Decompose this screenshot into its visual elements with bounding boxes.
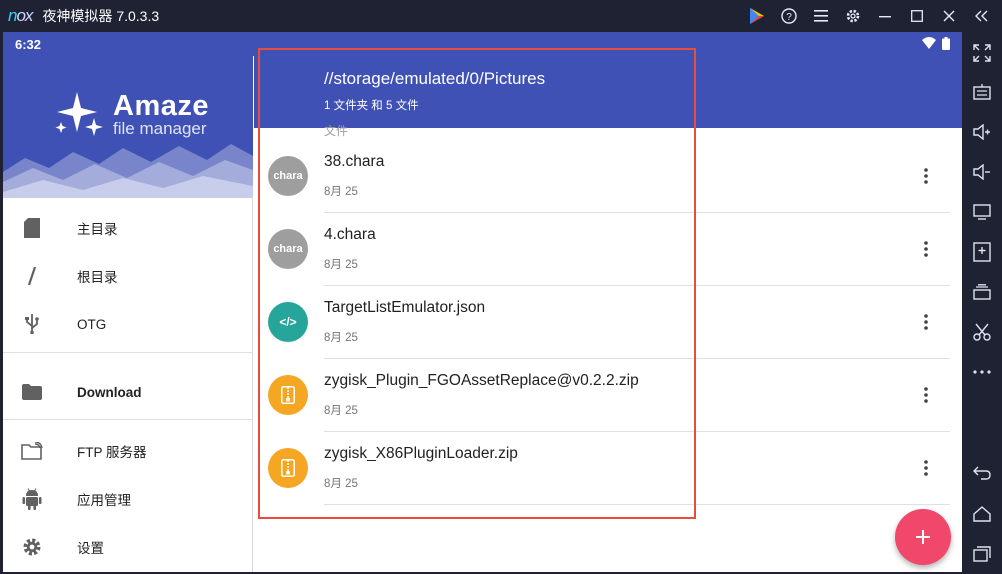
plus-icon <box>916 530 930 544</box>
drawer-item-label: 根目录 <box>77 270 118 285</box>
zip-file-icon <box>268 375 308 415</box>
file-row[interactable]: </> TargetListEmulator.json 8月 25 <box>254 286 962 359</box>
file-name: zygisk_X86PluginLoader.zip <box>324 445 518 462</box>
more-options-icon[interactable] <box>914 164 938 188</box>
more-icon[interactable] <box>971 361 993 383</box>
zip-file-icon <box>268 448 308 488</box>
drawer-item-app-manager[interactable]: 应用管理 <box>3 479 253 519</box>
navigation-drawer: Amaze file manager 主目录 根目录 OTG Download <box>3 56 253 572</box>
file-date: 8月 25 <box>324 332 358 344</box>
section-label: 文件 <box>324 124 349 138</box>
emulator-sidebar <box>962 32 1002 574</box>
more-options-icon[interactable] <box>914 383 938 407</box>
folder-summary: 1 文件夹 和 5 文件 <box>324 100 419 112</box>
settings-icon[interactable] <box>844 7 862 25</box>
battery-icon <box>942 37 950 50</box>
android-icon <box>21 488 43 510</box>
chara-file-icon: chara <box>268 156 308 196</box>
header-wave-decoration <box>3 144 253 198</box>
path-header: //storage/emulated/0/Pictures 1 文件夹 和 5 … <box>254 56 962 128</box>
usb-icon <box>21 313 43 335</box>
home-icon[interactable] <box>971 503 993 525</box>
install-apk-icon[interactable] <box>971 241 993 263</box>
drawer-item-label: OTG <box>77 316 107 332</box>
collapse-sidebar-icon[interactable] <box>972 7 990 25</box>
file-name: zygisk_Plugin_FGOAssetReplace@v0.2.2.zip <box>324 372 639 389</box>
drawer-item-label: 主目录 <box>77 222 118 237</box>
multi-instance-icon[interactable] <box>971 281 993 303</box>
root-slash-icon <box>21 265 43 287</box>
status-icons <box>922 37 950 50</box>
keyboard-icon[interactable] <box>971 81 993 103</box>
drawer-item-ftp[interactable]: FTP 服务器 <box>3 431 253 471</box>
drawer-header: Amaze file manager <box>3 56 253 198</box>
row-divider <box>324 504 950 505</box>
status-time: 6:32 <box>15 36 42 52</box>
titlebar-controls: ? <box>748 0 990 32</box>
help-icon[interactable]: ? <box>780 7 798 25</box>
volume-down-icon[interactable] <box>971 161 993 183</box>
fullscreen-icon[interactable] <box>971 42 993 64</box>
maximize-icon[interactable] <box>908 7 926 25</box>
drawer-divider <box>3 352 253 353</box>
ftp-icon <box>21 440 43 462</box>
file-date: 8月 25 <box>324 405 358 417</box>
back-icon[interactable] <box>971 462 993 484</box>
volume-up-icon[interactable] <box>971 121 993 143</box>
settings-gear-icon <box>21 536 43 558</box>
svg-text:?: ? <box>786 12 792 23</box>
drawer-item-download[interactable]: Download <box>3 372 253 412</box>
drawer-item-root[interactable]: 根目录 <box>3 256 253 296</box>
nox-logo: nox <box>8 6 33 25</box>
drawer-item-label: 应用管理 <box>77 493 131 508</box>
wifi-icon <box>922 37 936 49</box>
minimize-icon[interactable] <box>876 7 894 25</box>
drawer-divider <box>3 419 253 420</box>
more-options-icon[interactable] <box>914 456 938 480</box>
brand: Amaze file manager <box>113 90 209 139</box>
file-date: 8月 25 <box>324 478 358 490</box>
more-options-icon[interactable] <box>914 310 938 334</box>
file-name: 38.chara <box>324 153 385 170</box>
drawer-item-home[interactable]: 主目录 <box>3 208 253 248</box>
brand-subtitle: file manager <box>113 119 207 138</box>
add-fab-button[interactable] <box>895 509 951 565</box>
recents-icon[interactable] <box>971 543 993 565</box>
more-options-icon[interactable] <box>914 237 938 261</box>
screenshot-icon[interactable] <box>971 321 993 343</box>
drawer-item-label: FTP 服务器 <box>77 445 147 460</box>
file-date: 8月 25 <box>324 186 358 198</box>
emulator-title: 夜神模拟器 7.0.3.3 <box>42 8 160 24</box>
current-path[interactable]: //storage/emulated/0/Pictures <box>324 69 545 89</box>
drawer-item-settings[interactable]: 设置 <box>3 527 253 567</box>
file-row[interactable]: chara 4.chara 8月 25 <box>254 213 962 286</box>
chara-file-icon: chara <box>268 229 308 269</box>
sd-card-icon <box>21 217 43 239</box>
file-name: 4.chara <box>324 226 376 243</box>
menu-icon[interactable] <box>812 7 830 25</box>
file-row[interactable]: zygisk_X86PluginLoader.zip 8月 25 <box>254 432 962 505</box>
play-store-icon[interactable] <box>748 7 766 25</box>
status-bar: 6:32 <box>3 32 962 56</box>
code-file-icon: </> <box>268 302 308 342</box>
android-screen: 6:32 Amaze file manager 主目录 根目录 OTG Down… <box>3 32 962 572</box>
file-row[interactable]: chara 38.chara 8月 25 <box>254 140 962 213</box>
drawer-item-label: Download <box>77 384 142 400</box>
amaze-logo-icon <box>55 92 103 136</box>
file-date: 8月 25 <box>324 259 358 271</box>
screen-icon[interactable] <box>971 201 993 223</box>
drawer-item-otg[interactable]: OTG <box>3 304 253 344</box>
file-row[interactable]: zygisk_Plugin_FGOAssetReplace@v0.2.2.zip… <box>254 359 962 432</box>
emulator-window: nox 夜神模拟器 7.0.3.3 ? 6:32 Amaze file mana… <box>0 0 1002 574</box>
file-name: TargetListEmulator.json <box>324 299 486 316</box>
drawer-item-label: 设置 <box>77 541 104 556</box>
close-icon[interactable] <box>940 7 958 25</box>
file-list: 文件 chara 38.chara 8月 25 chara 4.chara 8月… <box>254 124 962 572</box>
folder-icon <box>21 381 43 403</box>
emulator-titlebar: nox 夜神模拟器 7.0.3.3 ? <box>0 0 1002 32</box>
